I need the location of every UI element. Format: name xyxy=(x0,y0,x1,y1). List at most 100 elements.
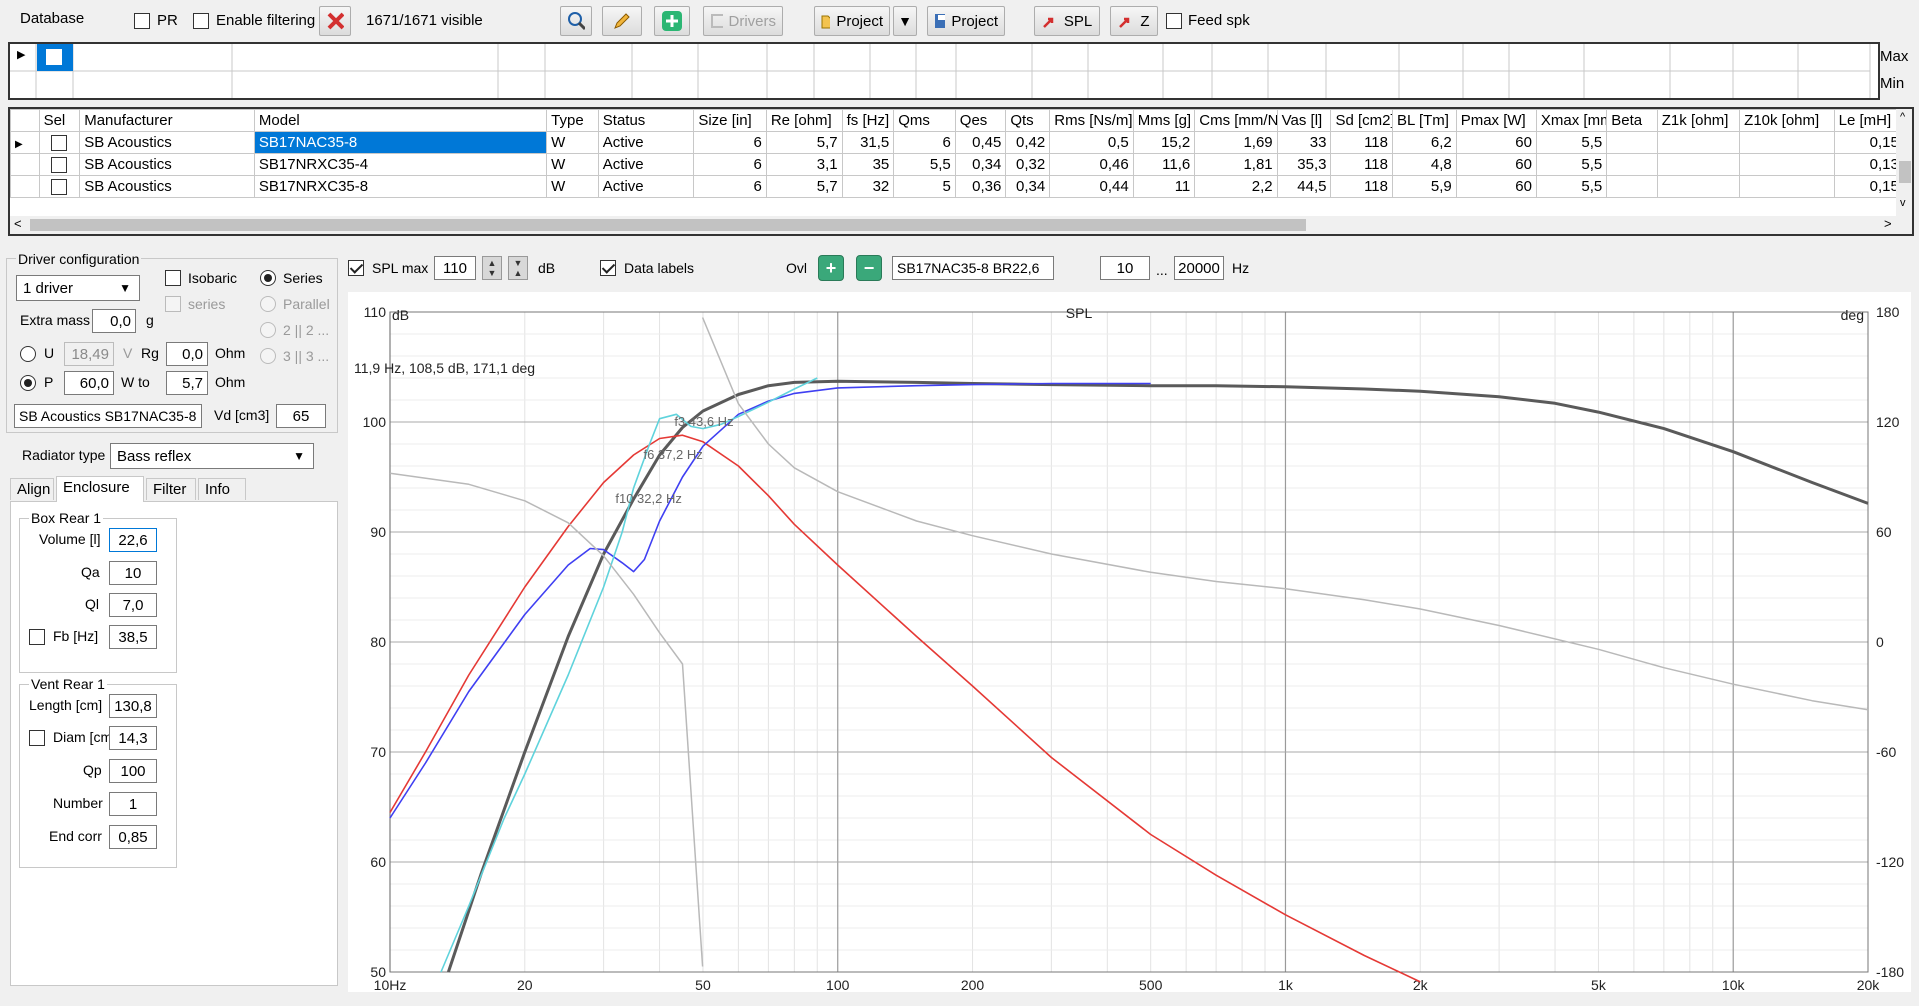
u-input[interactable]: 18,49 xyxy=(64,342,114,366)
isobaric-series-checkbox[interactable] xyxy=(165,296,181,312)
column-header[interactable]: Z1k [ohm] xyxy=(1656,109,1741,132)
table-cell[interactable]: 0,5 xyxy=(1049,131,1134,154)
table-cell[interactable]: SB Acoustics xyxy=(79,153,255,176)
table-cell[interactable]: 32 xyxy=(841,175,895,198)
table-cell[interactable] xyxy=(1606,131,1658,154)
table-cell[interactable]: 44,5 xyxy=(1276,175,1332,198)
pr-checkbox[interactable] xyxy=(134,13,150,29)
spl-chart-area[interactable]: 10Hz 20 50 100 200 500 1k 2k 5k 10k 20k 110 100 90 80 7… xyxy=(348,292,1911,993)
overlay-name-input[interactable]: SB17NAC35-8 BR22,6 xyxy=(892,256,1054,280)
column-header[interactable]: Beta xyxy=(1606,109,1658,132)
table-cell[interactable]: 0,15 xyxy=(1833,175,1904,198)
table-cell[interactable]: 118 xyxy=(1330,153,1393,176)
radiator-type-select[interactable]: Bass reflex ▼ xyxy=(110,443,314,469)
vd-value[interactable]: 65 xyxy=(276,404,326,428)
search-button[interactable] xyxy=(560,6,592,36)
ql-input[interactable]: 7,0 xyxy=(109,593,157,617)
add-overlay-button[interactable]: + xyxy=(818,255,844,281)
table-hscrollbar[interactable]: < > xyxy=(10,216,1912,234)
table-cell[interactable]: 1,81 xyxy=(1194,153,1278,176)
spl-max-checkbox[interactable] xyxy=(348,260,364,276)
filter-sel-checkbox[interactable] xyxy=(46,49,62,65)
table-cell[interactable]: 11 xyxy=(1132,175,1196,198)
row-header[interactable] xyxy=(10,175,40,198)
table-cell[interactable]: 5,7 xyxy=(765,175,843,198)
table-cell[interactable]: 0,36 xyxy=(954,175,1007,198)
column-header[interactable]: Qts xyxy=(1005,109,1051,132)
table-cell[interactable]: 6 xyxy=(693,153,767,176)
sel-cell[interactable] xyxy=(38,153,81,176)
table-cell[interactable] xyxy=(1739,175,1835,198)
column-header[interactable]: BL [Tm] xyxy=(1392,109,1457,132)
diam-input[interactable]: 14,3 xyxy=(109,726,157,750)
table-vscrollbar[interactable]: ^ v xyxy=(1896,109,1912,216)
hscroll-thumb[interactable] xyxy=(30,219,1306,231)
table-cell[interactable]: 1,69 xyxy=(1194,131,1278,154)
column-header[interactable]: Type xyxy=(546,109,599,132)
driver-name-field[interactable]: SB Acoustics SB17NAC35-8 xyxy=(14,404,202,428)
data-labels-checkbox[interactable] xyxy=(600,260,616,276)
table-cell[interactable]: 6 xyxy=(693,131,767,154)
column-header[interactable]: Qes xyxy=(954,109,1007,132)
table-cell[interactable]: 5,5 xyxy=(1535,131,1608,154)
table-cell[interactable]: 5,5 xyxy=(1535,175,1608,198)
table-cell[interactable] xyxy=(1606,175,1658,198)
triangle-up-icon[interactable]: ▲ xyxy=(488,258,497,268)
table-cell[interactable]: 3,1 xyxy=(765,153,843,176)
sel-cell[interactable] xyxy=(38,131,81,154)
table-cell[interactable] xyxy=(1656,131,1741,154)
table-cell[interactable]: 0,46 xyxy=(1049,153,1134,176)
column-header[interactable]: Xmax [mm] xyxy=(1535,109,1608,132)
isobaric-checkbox[interactable] xyxy=(165,270,181,286)
series-radio[interactable] xyxy=(260,270,276,286)
table-cell[interactable]: 5,5 xyxy=(1535,153,1608,176)
parallel-radio[interactable] xyxy=(260,296,276,312)
vscroll-thumb[interactable] xyxy=(1899,161,1911,183)
p-input[interactable]: 60,0 xyxy=(64,371,114,395)
remove-overlay-button[interactable]: − xyxy=(856,255,882,281)
project-open-button[interactable]: Project xyxy=(814,6,890,36)
table-cell[interactable]: 31,5 xyxy=(841,131,895,154)
table-cell[interactable]: Active xyxy=(597,153,695,176)
column-header[interactable]: Vas [l] xyxy=(1276,109,1332,132)
qp-input[interactable]: 100 xyxy=(109,759,157,783)
table-cell[interactable]: 0,32 xyxy=(1005,153,1051,176)
clear-filter-button[interactable] xyxy=(319,6,351,36)
table-cell[interactable]: 118 xyxy=(1330,175,1393,198)
table-row[interactable]: SB Acoustics SB17NRXC35-4 W Active 6 3,1 35 5,5… xyxy=(10,153,1912,176)
table-cell[interactable]: 6,2 xyxy=(1392,131,1457,154)
endcorr-input[interactable]: 0,85 xyxy=(109,825,157,849)
table-cell[interactable]: 6 xyxy=(893,131,956,154)
driver-count-select[interactable]: 1 driver ▼ xyxy=(16,275,140,301)
rg-input[interactable]: 0,0 xyxy=(166,342,208,366)
column-header[interactable]: Z10k [ohm] xyxy=(1739,109,1835,132)
two-parallel-radio[interactable] xyxy=(260,322,276,338)
sel-checkbox[interactable] xyxy=(51,157,68,174)
table-cell[interactable] xyxy=(1739,131,1835,154)
row-header[interactable]: ▶ xyxy=(10,131,40,154)
table-cell[interactable]: 60 xyxy=(1455,175,1537,198)
column-header[interactable]: Mms [g] xyxy=(1132,109,1196,132)
three-parallel-radio[interactable] xyxy=(260,348,276,364)
project-save-button[interactable]: Project xyxy=(927,6,1005,36)
table-cell[interactable]: SB Acoustics xyxy=(79,175,255,198)
row-header[interactable] xyxy=(10,153,40,176)
table-cell[interactable]: 5,5 xyxy=(893,153,956,176)
filter-grid[interactable]: ▶ Max Min xyxy=(8,42,1908,100)
w-to-input[interactable]: 5,7 xyxy=(166,371,208,395)
table-cell[interactable]: W xyxy=(546,153,599,176)
feed-spk-checkbox[interactable] xyxy=(1166,13,1182,29)
table-cell[interactable]: 35,3 xyxy=(1276,153,1332,176)
drivers-button[interactable]: Drivers xyxy=(703,6,783,36)
diam-checkbox[interactable] xyxy=(29,730,45,746)
add-driver-button[interactable] xyxy=(654,6,690,36)
spl-export-button[interactable]: SPL xyxy=(1034,6,1100,36)
fb-input[interactable]: 38,5 xyxy=(109,625,157,649)
column-header[interactable]: fs [Hz] xyxy=(841,109,895,132)
table-cell[interactable] xyxy=(1606,153,1658,176)
length-input[interactable]: 130,8 xyxy=(109,694,157,718)
table-cell[interactable]: 60 xyxy=(1455,153,1537,176)
freq-max-input[interactable]: 20000 xyxy=(1174,256,1224,280)
chevron-down-icon[interactable]: v xyxy=(1900,197,1906,209)
table-cell[interactable]: W xyxy=(546,175,599,198)
